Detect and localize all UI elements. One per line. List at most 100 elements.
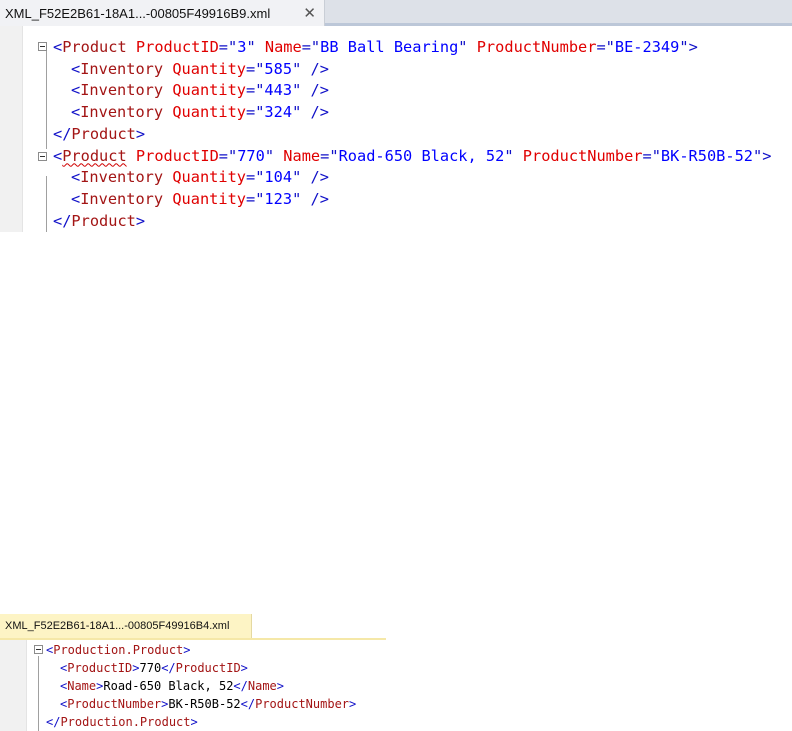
- code-token: =": [320, 146, 339, 165]
- top-xml-panel: XML_F52E2B61-18A1...-00805F49916B9.xml ✕…: [0, 0, 792, 232]
- code-token: ": [264, 146, 275, 165]
- code-token: ProductID: [126, 146, 219, 165]
- code-token: =": [246, 81, 265, 100]
- line-gutter: [0, 26, 23, 232]
- code-line: </Product>: [53, 123, 145, 145]
- code-token: >: [132, 661, 140, 675]
- code-token: =": [246, 59, 265, 78]
- code-token: 104: [264, 168, 293, 187]
- code-token: >: [135, 124, 146, 143]
- code-token: BB Ball Bearing: [320, 38, 459, 56]
- bottom-tab-title: XML_F52E2B61-18A1...-00805F49916B4.xml: [5, 620, 230, 632]
- code-token: =": [218, 146, 238, 165]
- bottom-document-tab[interactable]: XML_F52E2B61-18A1...-00805F49916B4.xml: [0, 614, 252, 638]
- code-token: Name: [247, 679, 277, 693]
- code-token: Quantity: [163, 59, 246, 78]
- code-token: ": [292, 189, 302, 208]
- bottom-xml-panel: XML_F52E2B61-18A1...-00805F49916B4.xml <…: [0, 614, 386, 731]
- code-token: ProductNumber: [255, 697, 350, 711]
- code-token: >: [190, 715, 198, 729]
- code-token: Inventory: [80, 59, 164, 78]
- bottom-xml-editor[interactable]: <Production.Product> <ProductID>770</Prod…: [0, 640, 386, 731]
- code-line: <Inventory Quantity="123" />: [71, 188, 329, 210]
- bottom-tab-strip: XML_F52E2B61-18A1...-00805F49916B4.xml: [0, 614, 386, 640]
- code-token: Production.Product: [60, 715, 191, 729]
- code-token: Quantity: [163, 168, 246, 187]
- code-token: =": [246, 103, 265, 122]
- collapse-product-1-icon[interactable]: [38, 42, 47, 51]
- code-token: Quantity: [163, 103, 246, 122]
- code-line: <Inventory Quantity="585" />: [71, 58, 329, 80]
- code-token: BK-R50B-52: [660, 146, 754, 165]
- collapse-production-product-icon[interactable]: [34, 645, 43, 654]
- code-token: Inventory: [80, 168, 164, 187]
- collapse-product-2-icon[interactable]: [38, 152, 47, 161]
- code-token: >: [688, 38, 698, 56]
- code-token: ProductNumber: [67, 697, 162, 711]
- fold-outline-line: [46, 46, 47, 149]
- code-token: Road-650 Black, 52: [338, 146, 505, 165]
- code-token: </: [46, 715, 61, 729]
- code-token: </: [53, 124, 72, 143]
- code-token: Product: [71, 211, 136, 230]
- code-line: <Inventory Quantity="443" />: [71, 79, 329, 101]
- code-token: <: [71, 168, 81, 187]
- top-document-tab[interactable]: XML_F52E2B61-18A1...-00805F49916B9.xml ✕: [0, 0, 325, 26]
- code-token: />: [301, 81, 329, 100]
- code-token: Road-650 Black, 52: [103, 679, 234, 693]
- code-token: Name: [67, 679, 97, 693]
- code-token: Inventory: [80, 81, 164, 100]
- code-line: <Production.Product>: [46, 641, 191, 659]
- top-xml-editor[interactable]: <Product ProductID="3" Name="BB Ball Bea…: [0, 26, 792, 232]
- code-token: </: [53, 211, 72, 230]
- code-token: <: [53, 38, 63, 56]
- code-token: ": [504, 146, 514, 165]
- code-token: <: [71, 81, 81, 100]
- code-token: BK-R50B-52: [168, 697, 241, 711]
- code-token: </: [161, 661, 176, 675]
- code-token: 770: [237, 146, 265, 165]
- code-token: Product: [62, 146, 127, 165]
- code-token: =": [246, 168, 265, 187]
- code-token: />: [301, 59, 329, 78]
- code-token: Quantity: [163, 81, 246, 100]
- code-token: ProductID: [67, 661, 133, 675]
- code-token: <: [71, 103, 81, 122]
- code-token: ": [292, 59, 302, 78]
- code-token: </: [240, 697, 256, 711]
- code-token: Inventory: [80, 189, 164, 208]
- code-token: >: [240, 661, 248, 675]
- code-token: =": [642, 146, 661, 165]
- code-token: </: [233, 679, 248, 693]
- code-token: Product: [62, 38, 127, 56]
- code-line: </Production.Product>: [46, 713, 198, 731]
- code-line: </Product>: [53, 210, 145, 232]
- code-token: =": [218, 38, 238, 56]
- code-token: <: [53, 146, 63, 165]
- code-token: 443: [264, 81, 293, 100]
- code-token: />: [301, 168, 329, 187]
- code-token: ": [458, 38, 468, 56]
- code-token: ": [292, 81, 302, 100]
- line-gutter: [0, 640, 27, 731]
- code-token: ProductNumber: [513, 146, 643, 165]
- code-token: =": [596, 38, 615, 56]
- code-token: 585: [264, 59, 293, 78]
- code-token: Production.Product: [53, 643, 184, 657]
- top-tab-strip: XML_F52E2B61-18A1...-00805F49916B9.xml ✕: [0, 0, 792, 26]
- code-token: ProductID: [126, 38, 219, 56]
- close-icon[interactable]: ✕: [301, 4, 318, 22]
- code-token: />: [301, 103, 329, 122]
- code-token: >: [276, 679, 285, 693]
- code-token: Name: [274, 146, 321, 165]
- code-line: <Inventory Quantity="324" />: [71, 101, 329, 123]
- code-line: <ProductNumber>BK-R50B-52</ProductNumber…: [60, 695, 356, 713]
- code-token: ProductNumber: [467, 38, 597, 56]
- code-token: ": [753, 146, 763, 165]
- code-token: Quantity: [163, 189, 246, 208]
- code-token: ": [292, 168, 302, 187]
- code-token: />: [301, 189, 329, 208]
- code-token: ProductID: [175, 661, 241, 675]
- code-token: <: [71, 189, 81, 208]
- fold-outline-line: [46, 176, 47, 232]
